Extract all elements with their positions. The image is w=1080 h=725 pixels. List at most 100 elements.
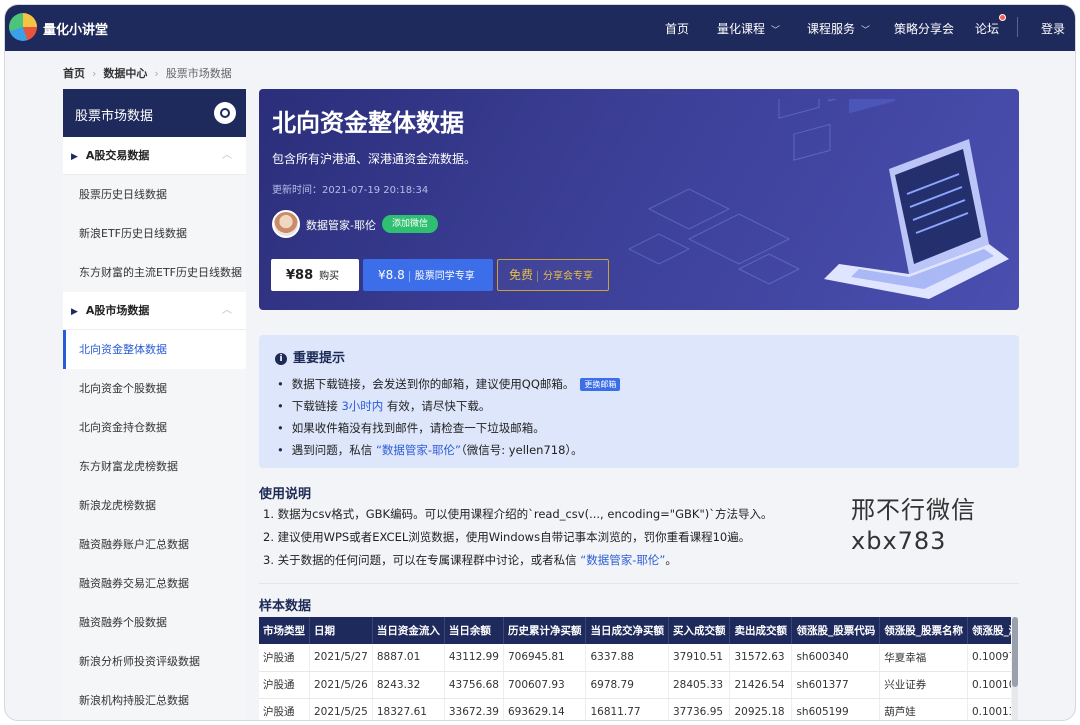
nav-courses[interactable]: 量化课程 ﹀ — [717, 20, 780, 37]
sidebar-item[interactable]: 北向资金持仓数据 — [63, 408, 246, 447]
usage-list: 1. 数据为csv格式，GBK编码。可以使用课程介绍的`read_csv(...… — [263, 503, 772, 572]
chevron-up-icon: ︿ — [222, 305, 232, 316]
sidebar-item[interactable]: 融资融券个股数据 — [63, 603, 246, 642]
sample-table: 市场类型 日期 当日资金流入 当日余额 历史累计净买额 当日成交净买额 买入成交额 卖出成交额… — [259, 617, 1011, 720]
table-cell: sh600340 — [791, 644, 881, 672]
notice-item: 遇到问题，私信 “数据管家-耶伦”（微信号: yellen718）。 — [275, 439, 620, 461]
table-cell: 华夏幸福 — [879, 644, 968, 672]
notice-item: 如果收件箱没有找到邮件，请检查一下垃圾邮箱。 — [275, 417, 620, 439]
table-cell: 700607.93 — [503, 671, 587, 699]
buy-button[interactable]: ¥88 购买 — [271, 259, 359, 291]
sidebar: 股票市场数据 ▶ A股交易数据 ︿ 股票历史日线数据 新浪ETF历史日线数据 东方财… — [63, 89, 246, 720]
sidebar-item[interactable]: 融资融券账户汇总数据 — [63, 525, 246, 564]
change-email-button[interactable]: 更换邮箱 — [580, 378, 621, 391]
table-cell: 2021/5/26 — [309, 671, 373, 699]
usage-item: 3. 关于数据的任何问题，可以在专属课程群中讨论，或者私信 “数据管家-耶伦”。 — [263, 553, 677, 567]
usage-title: 使用说明 — [259, 487, 312, 502]
table-row: 沪股通 2021/5/25 18327.61 33672.39 693629.14 168… — [259, 698, 1011, 720]
table-cell: 33672.39 — [444, 698, 504, 720]
nav-home[interactable]: 首页 — [665, 20, 689, 37]
top-nav: 量化小讲堂 首页 量化课程 ﹀ 课程服务 ﹀ 策略分享会 论坛 登录 — [5, 5, 1075, 51]
table-cell: 43756.68 — [444, 671, 504, 699]
table-column-header: 当日资金流入 — [372, 617, 445, 644]
sidebar-item[interactable]: 北向资金个股数据 — [63, 369, 246, 408]
nav-course-services[interactable]: 课程服务 ﹀ — [807, 20, 870, 37]
vip-price-button[interactable]: ¥8.8 股票同学专享 — [363, 259, 493, 291]
section-divider — [259, 583, 1019, 584]
table-column-header: 当日成交净买额 — [585, 617, 669, 644]
sample-table-container[interactable]: 市场类型 日期 当日资金流入 当日余额 历史累计净买额 当日成交净买额 买入成交额 卖出成交额… — [259, 617, 1011, 720]
sidebar-group-a-share-market[interactable]: ▶ A股市场数据 ︿ — [63, 292, 246, 330]
sidebar-item-active[interactable]: 北向资金整体数据 — [63, 330, 246, 369]
table-column-header: 领涨股_涨跌幅 — [967, 617, 1011, 644]
table-cell: 6337.88 — [585, 644, 669, 672]
table-cell: 693629.14 — [503, 698, 587, 720]
table-cell: 0.100108 — [967, 671, 1011, 699]
usage-item: 2. 建议使用WPS或者EXCEL浏览数据，使用Windows自带记事本浏览的，… — [263, 530, 751, 544]
sidebar-item[interactable]: 东方财富的主流ETF历史日线数据 — [63, 253, 246, 292]
table-column-header: 历史累计净买额 — [503, 617, 587, 644]
table-cell: 6978.79 — [585, 671, 669, 699]
sidebar-item[interactable]: 新浪ETF历史日线数据 — [63, 214, 246, 253]
sidebar-item[interactable]: 新浪机构持股汇总数据 — [63, 681, 246, 720]
breadcrumb-home[interactable]: 首页 — [63, 67, 85, 80]
app-window: 量化小讲堂 首页 量化课程 ﹀ 课程服务 ﹀ 策略分享会 论坛 登录 首页 › 数据中心… — [4, 4, 1076, 721]
sidebar-item[interactable]: 股票历史日线数据 — [63, 175, 246, 214]
sample-title: 样本数据 — [259, 599, 312, 614]
table-column-header: 卖出成交额 — [729, 617, 793, 644]
nav-forum[interactable]: 论坛 — [975, 20, 999, 37]
free-share-button[interactable]: 免费 分享会专享 — [497, 259, 609, 291]
collapse-toggle-icon[interactable] — [214, 102, 236, 124]
sidebar-item[interactable]: 东方财富龙虎榜数据 — [63, 447, 246, 486]
contact-link[interactable]: “数据管家-耶伦” — [580, 553, 665, 567]
table-row: 沪股通 2021/5/27 8887.01 43112.99 706945.81 6337… — [259, 644, 1011, 672]
author-name[interactable]: 数据管家-耶伦 — [306, 217, 376, 233]
contact-link[interactable]: “数据管家-耶伦” — [376, 443, 461, 457]
updated-time: 更新时间：2021-07-19 20:18:34 — [272, 185, 429, 196]
table-cell: sh601377 — [791, 671, 881, 699]
chevron-down-icon: ﹀ — [861, 26, 871, 36]
nav-strategy-share[interactable]: 策略分享会 — [894, 20, 954, 37]
author-avatar — [272, 210, 300, 238]
table-cell: 兴业证券 — [879, 671, 968, 699]
table-cell: 8887.01 — [372, 644, 445, 672]
caret-right-icon: ▶ — [71, 152, 78, 162]
sidebar-item[interactable]: 融资融券交易汇总数据 — [63, 564, 246, 603]
table-cell: 21426.54 — [729, 671, 793, 699]
info-icon: i — [275, 353, 287, 365]
table-header-row: 市场类型 日期 当日资金流入 当日余额 历史累计净买额 当日成交净买额 买入成交额 卖出成交额… — [259, 617, 1011, 644]
table-column-header: 领涨股_股票名称 — [879, 617, 968, 644]
vertical-scrollbar[interactable] — [1012, 617, 1018, 720]
table-cell: 31572.63 — [729, 644, 793, 672]
login-link[interactable]: 登录 — [1041, 20, 1065, 37]
table-column-header: 买入成交额 — [668, 617, 731, 644]
sidebar-group-a-share-trading[interactable]: ▶ A股交易数据 ︿ — [63, 137, 246, 175]
product-subtitle: 包含所有沪港通、深港通资金流数据。 — [272, 152, 477, 166]
table-cell: 0.100138 — [967, 698, 1011, 720]
table-cell: 0.100971 — [967, 644, 1011, 672]
brand-name[interactable]: 量化小讲堂 — [43, 19, 108, 38]
caret-right-icon: ▶ — [71, 307, 78, 317]
add-wechat-button[interactable]: 添加微信 — [382, 215, 439, 233]
usage-item: 1. 数据为csv格式，GBK编码。可以使用课程介绍的`read_csv(...… — [263, 507, 773, 521]
logo-icon[interactable] — [9, 13, 37, 41]
chevron-right-icon: › — [92, 67, 97, 80]
watermark-text: 邢不行微信 xbx783 — [851, 496, 976, 555]
table-column-header: 市场类型 — [259, 617, 310, 644]
table-cell: 葫芦娃 — [879, 698, 968, 720]
sidebar-item[interactable]: 新浪龙虎榜数据 — [63, 486, 246, 525]
scrollbar-thumb[interactable] — [1012, 617, 1018, 687]
table-cell: 37736.95 — [668, 698, 731, 720]
chevron-down-icon: ﹀ — [771, 26, 781, 36]
sidebar-header: 股票市场数据 — [63, 89, 246, 137]
table-cell: 16811.77 — [585, 698, 669, 720]
table-column-header: 日期 — [309, 617, 373, 644]
sidebar-item[interactable]: 新浪分析师投资评级数据 — [63, 642, 246, 681]
breadcrumb: 首页 › 数据中心 › 股票市场数据 — [63, 65, 232, 81]
table-cell: 706945.81 — [503, 644, 587, 672]
breadcrumb-data-center[interactable]: 数据中心 — [103, 67, 147, 80]
table-column-header: 当日余额 — [444, 617, 504, 644]
table-cell: 2021/5/25 — [309, 698, 373, 720]
table-cell: 18327.61 — [372, 698, 445, 720]
table-cell: 8243.32 — [372, 671, 445, 699]
